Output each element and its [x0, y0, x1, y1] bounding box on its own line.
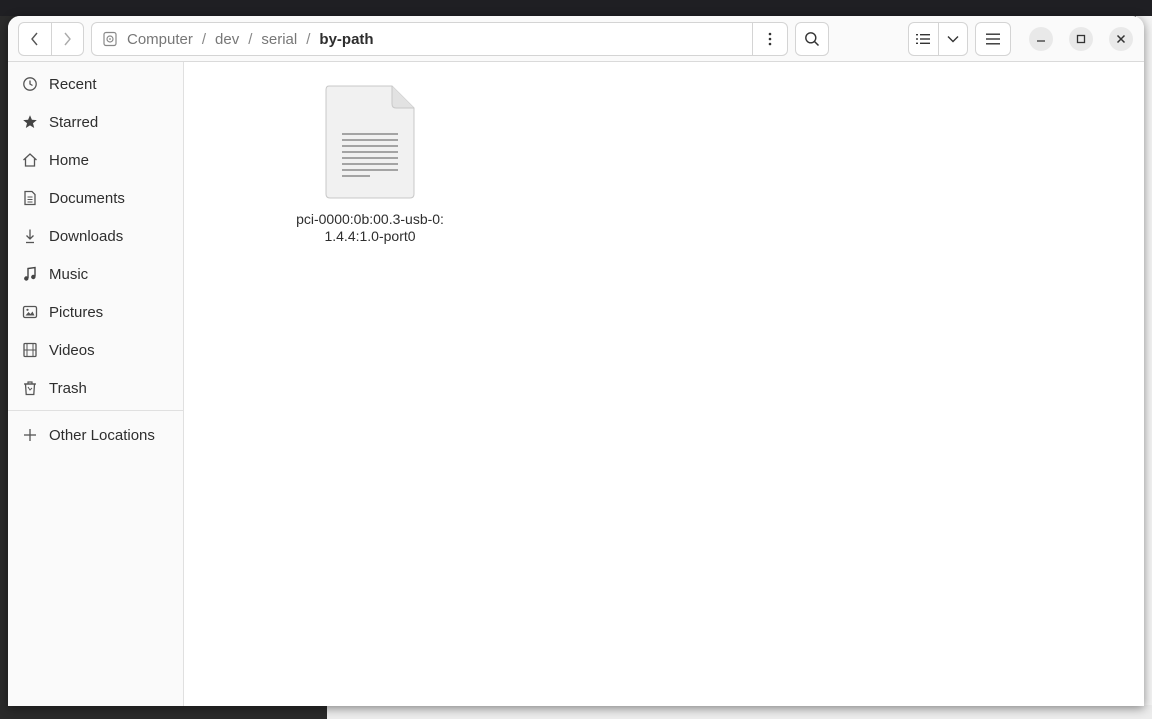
minimize-icon: [1037, 40, 1045, 42]
chevron-down-icon: [947, 36, 959, 43]
crumb-serial[interactable]: serial: [256, 31, 302, 48]
download-icon: [11, 228, 49, 244]
sidebar-item-videos[interactable]: Videos: [8, 333, 183, 367]
sidebar-item-label: Pictures: [49, 303, 104, 321]
desktop-top-bar: [0, 0, 1152, 16]
minimize-button[interactable]: [1029, 27, 1053, 51]
sidebar-item-label: Documents: [49, 189, 125, 207]
sidebar-item-label: Downloads: [49, 227, 124, 245]
sidebar-item-label: Recent: [49, 75, 97, 93]
search-icon: [805, 32, 820, 47]
view-buttons: [908, 22, 968, 56]
crumb-separator: /: [201, 30, 207, 48]
home-icon: [11, 152, 49, 168]
chevron-left-icon: [30, 32, 38, 46]
background-dark-strip: [0, 705, 327, 719]
navigation-buttons: [18, 22, 84, 56]
sidebar: Recent Starred Home Documents Downloads: [8, 62, 184, 706]
plus-icon: [11, 428, 49, 442]
file-manager-window: Computer / dev / serial / by-path Recent…: [8, 16, 1144, 706]
clock-icon: [11, 76, 49, 92]
sidebar-item-label: Other Locations: [49, 426, 155, 444]
sidebar-item-trash[interactable]: Trash: [8, 371, 183, 405]
chevron-right-icon: [64, 32, 72, 46]
maximize-icon: [1076, 34, 1086, 44]
forward-button[interactable]: [50, 23, 84, 55]
maximize-button[interactable]: [1069, 27, 1093, 51]
sidebar-item-label: Home: [49, 151, 90, 169]
sidebar-item-downloads[interactable]: Downloads: [8, 219, 183, 253]
path-menu-button[interactable]: [752, 23, 787, 55]
sidebar-item-label: Videos: [49, 341, 95, 359]
close-icon: [1116, 34, 1126, 44]
text-file-icon: [325, 85, 415, 199]
sidebar-item-pictures[interactable]: Pictures: [8, 295, 183, 329]
file-name: pci-0000:0b:00.3-usb-0:1.4.4:1.0-port0: [296, 211, 444, 244]
trash-icon: [11, 380, 49, 396]
crumb-by-path[interactable]: by-path: [314, 31, 378, 48]
sidebar-item-label: Starred: [49, 113, 99, 131]
vertical-dots-icon: [768, 32, 772, 46]
back-button[interactable]: [19, 23, 51, 55]
sidebar-item-music[interactable]: Music: [8, 257, 183, 291]
file-view: pci-0000:0b:00.3-usb-0:1.4.4:1.0-port0: [184, 62, 1144, 706]
sidebar-item-home[interactable]: Home: [8, 143, 183, 177]
list-view-icon: [916, 34, 931, 44]
film-icon: [11, 342, 49, 358]
breadcrumb: Computer / dev / serial / by-path: [92, 23, 752, 55]
drive-icon: [103, 31, 117, 47]
sidebar-divider: [8, 410, 183, 411]
close-button[interactable]: [1109, 27, 1133, 51]
star-icon: [11, 114, 49, 130]
header-bar: Computer / dev / serial / by-path: [8, 16, 1144, 62]
crumb-separator: /: [248, 30, 253, 48]
crumb-computer[interactable]: Computer: [122, 31, 198, 48]
picture-icon: [11, 304, 49, 320]
sidebar-item-documents[interactable]: Documents: [8, 181, 183, 215]
music-note-icon: [11, 266, 49, 282]
hamburger-menu-icon: [986, 33, 1000, 45]
sidebar-item-starred[interactable]: Starred: [8, 105, 183, 139]
sidebar-item-recent[interactable]: Recent: [8, 67, 183, 101]
list-view-button[interactable]: [909, 23, 938, 55]
crumb-dev[interactable]: dev: [210, 31, 244, 48]
sidebar-item-label: Trash: [49, 379, 87, 397]
search-button[interactable]: [795, 22, 829, 56]
file-item[interactable]: pci-0000:0b:00.3-usb-0:1.4.4:1.0-port0: [292, 84, 448, 245]
view-options-button[interactable]: [937, 23, 968, 55]
sidebar-item-label: Music: [49, 265, 89, 283]
crumb-separator: /: [306, 30, 311, 48]
main-menu-button[interactable]: [975, 22, 1011, 56]
path-bar: Computer / dev / serial / by-path: [91, 22, 788, 56]
sidebar-item-other-locations[interactable]: Other Locations: [8, 418, 183, 452]
document-icon: [11, 190, 49, 206]
